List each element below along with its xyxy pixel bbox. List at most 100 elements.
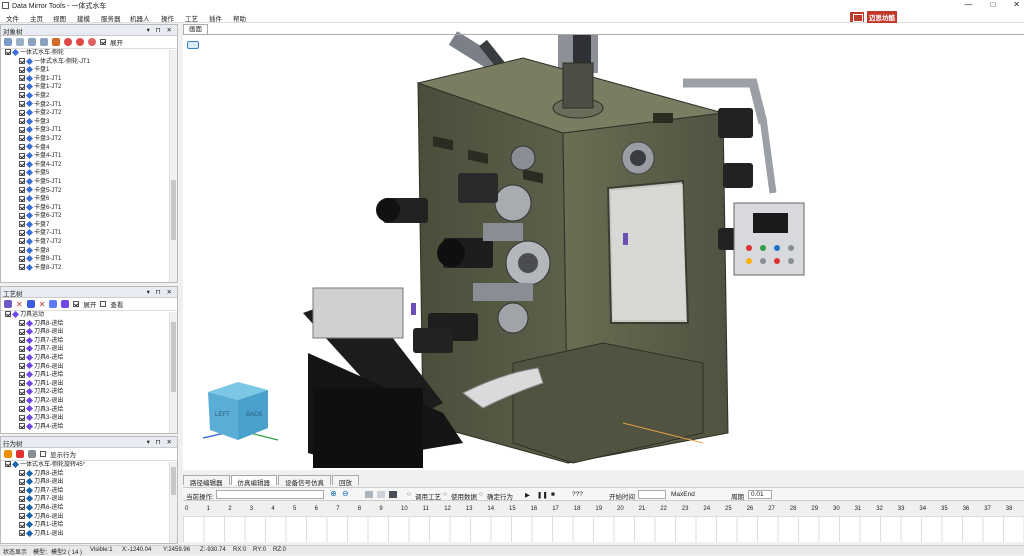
menu-robot[interactable]: 机器人 [130, 13, 150, 23]
tree-item[interactable]: 卡盘7-JT2 [5, 237, 177, 247]
edit-icon[interactable] [4, 450, 12, 458]
zoom-icon[interactable] [28, 38, 36, 46]
new-icon[interactable] [365, 491, 373, 498]
tree-item-checkbox[interactable] [19, 247, 25, 254]
tree-item[interactable]: 卡盘1-JT2 [5, 83, 177, 92]
tree-item-checkbox[interactable] [19, 152, 25, 159]
red-ball-icon-3[interactable] [88, 38, 96, 46]
tree-item-checkbox[interactable] [19, 337, 25, 344]
group-icon[interactable] [49, 300, 58, 308]
tree-item-checkbox[interactable] [19, 186, 25, 193]
close-button[interactable]: ✕ [1013, 0, 1020, 9]
tree-item-checkbox[interactable] [19, 380, 25, 387]
tree-item[interactable]: 刀具4-进给 [5, 422, 177, 432]
period-field[interactable]: 0.01 [748, 490, 772, 499]
zoom-in-icon[interactable]: ⊕ [330, 489, 337, 498]
tree-item-checkbox[interactable] [19, 178, 25, 185]
tree-item-checkbox[interactable] [19, 100, 25, 107]
menu-home[interactable]: 主页 [30, 13, 43, 23]
tab-sim-editor[interactable]: 仿真编辑器 [230, 475, 277, 487]
tree-item[interactable]: 卡盘7-JT1 [5, 229, 177, 238]
tree-item[interactable]: 刀具1-进给 [5, 371, 177, 380]
tree-item[interactable]: 卡盘7 [5, 220, 177, 230]
add-node-icon[interactable] [26, 300, 35, 308]
view-checkbox[interactable] [100, 301, 107, 307]
tree-item-checkbox[interactable] [19, 83, 25, 90]
tree-item[interactable]: 刀具1-进给 [5, 521, 177, 530]
tree-item[interactable]: 刀具7-进给 [5, 486, 177, 496]
menu-process[interactable]: 工艺 [185, 13, 198, 23]
tree-item[interactable]: 卡盘4 [5, 143, 177, 153]
tree-item-checkbox[interactable] [19, 530, 25, 537]
tree-item-checkbox[interactable] [19, 92, 25, 99]
timeline-grid[interactable] [183, 516, 1024, 542]
tree-item-checkbox[interactable] [19, 264, 25, 271]
link-icon[interactable] [28, 450, 36, 458]
panel-controls[interactable]: ▾ ⊓ ✕ [147, 26, 174, 34]
red-ball-icon-2[interactable] [76, 38, 84, 46]
tree-item[interactable]: 刀具运动 [5, 311, 177, 320]
tree-item[interactable]: 卡盘3-JT1 [5, 126, 177, 135]
tree-item-checkbox[interactable] [19, 75, 25, 82]
tab-path-editor[interactable]: 路径编辑器 [183, 475, 230, 487]
tree-item-checkbox[interactable] [19, 143, 25, 150]
show-behavior-checkbox[interactable] [40, 451, 46, 457]
tree-item[interactable]: 卡盘8-JT2 [5, 263, 177, 273]
expand-checkbox[interactable] [100, 39, 106, 45]
tree-item-checkbox[interactable] [19, 58, 25, 65]
tree-item-checkbox[interactable] [19, 212, 25, 219]
tree-item-checkbox[interactable] [19, 504, 25, 511]
tree-item[interactable]: 卡盘6 [5, 194, 177, 204]
tree-item-checkbox[interactable] [19, 255, 25, 262]
menu-plugin[interactable]: 插件 [209, 13, 222, 23]
tree-item-checkbox[interactable] [19, 423, 25, 430]
menu-help[interactable]: 帮助 [233, 13, 246, 23]
delete-icon[interactable]: ✕ [16, 300, 23, 309]
tree-item[interactable]: 卡盘5 [5, 169, 177, 178]
menu-file[interactable]: 文件 [6, 13, 19, 23]
tree-item[interactable]: 刀具7-退出 [5, 345, 177, 354]
tree-item[interactable]: 卡盘2-JT2 [5, 109, 177, 118]
tree-item[interactable]: 卡盘6-JT2 [5, 212, 177, 221]
save-icon[interactable] [389, 491, 397, 498]
tree-item[interactable]: 刀具8-进给 [5, 319, 177, 329]
scroll-thumb[interactable] [171, 467, 176, 495]
tree-item[interactable]: 卡盘6-JT1 [5, 203, 177, 213]
tree-item-checkbox[interactable] [5, 311, 11, 318]
tree-item[interactable]: 卡盘8-JT1 [5, 255, 177, 264]
tree-item[interactable]: 卡盘1-JT1 [5, 74, 177, 84]
tree-item-checkbox[interactable] [19, 405, 25, 412]
tree-item-checkbox[interactable] [19, 161, 25, 168]
tree-item[interactable]: 卡盘2 [5, 91, 177, 101]
tree-item[interactable]: 卡盘5-JT1 [5, 177, 177, 187]
pause-icon[interactable]: ❚❚ [537, 491, 548, 499]
tab-playback[interactable]: 回放 [332, 475, 359, 487]
paint-icon[interactable] [52, 38, 60, 46]
view-cube[interactable]: LEFT BACK [198, 380, 288, 450]
tree-item-checkbox[interactable] [5, 49, 11, 56]
maximize-button[interactable]: □ [990, 0, 995, 9]
tree-item-checkbox[interactable] [19, 66, 25, 73]
tree-item-checkbox[interactable] [19, 135, 25, 142]
zoom-out-icon[interactable]: ⊖ [342, 489, 349, 498]
tree-item[interactable]: 刀具6-进给 [5, 503, 177, 513]
tree-item-checkbox[interactable] [19, 229, 25, 236]
tree-item-checkbox[interactable] [19, 320, 25, 327]
tree-item[interactable]: 卡盘3 [5, 117, 177, 127]
tree-item-checkbox[interactable] [19, 388, 25, 395]
tree-item-checkbox[interactable] [5, 461, 11, 468]
tree-item[interactable]: 刀具3-进给 [5, 405, 177, 415]
play-icon[interactable]: ▶ [525, 491, 530, 499]
tree-item-checkbox[interactable] [19, 169, 25, 176]
tree-item[interactable]: 刀具7-进给 [5, 336, 177, 346]
tree-item-checkbox[interactable] [19, 512, 25, 519]
tree-item-checkbox[interactable] [19, 371, 25, 378]
fit-icon[interactable] [40, 38, 48, 46]
menu-modeling[interactable]: 建模 [77, 13, 90, 23]
tree-item[interactable]: 刀具3-退出 [5, 414, 177, 423]
tree-item[interactable]: 刀具2-进给 [5, 388, 177, 397]
tree-item-checkbox[interactable] [19, 204, 25, 211]
tree-item-checkbox[interactable] [19, 354, 25, 361]
tree-item[interactable]: 一体式水车-侧轮旋转45° [5, 461, 177, 470]
tree-item-checkbox[interactable] [19, 345, 25, 352]
